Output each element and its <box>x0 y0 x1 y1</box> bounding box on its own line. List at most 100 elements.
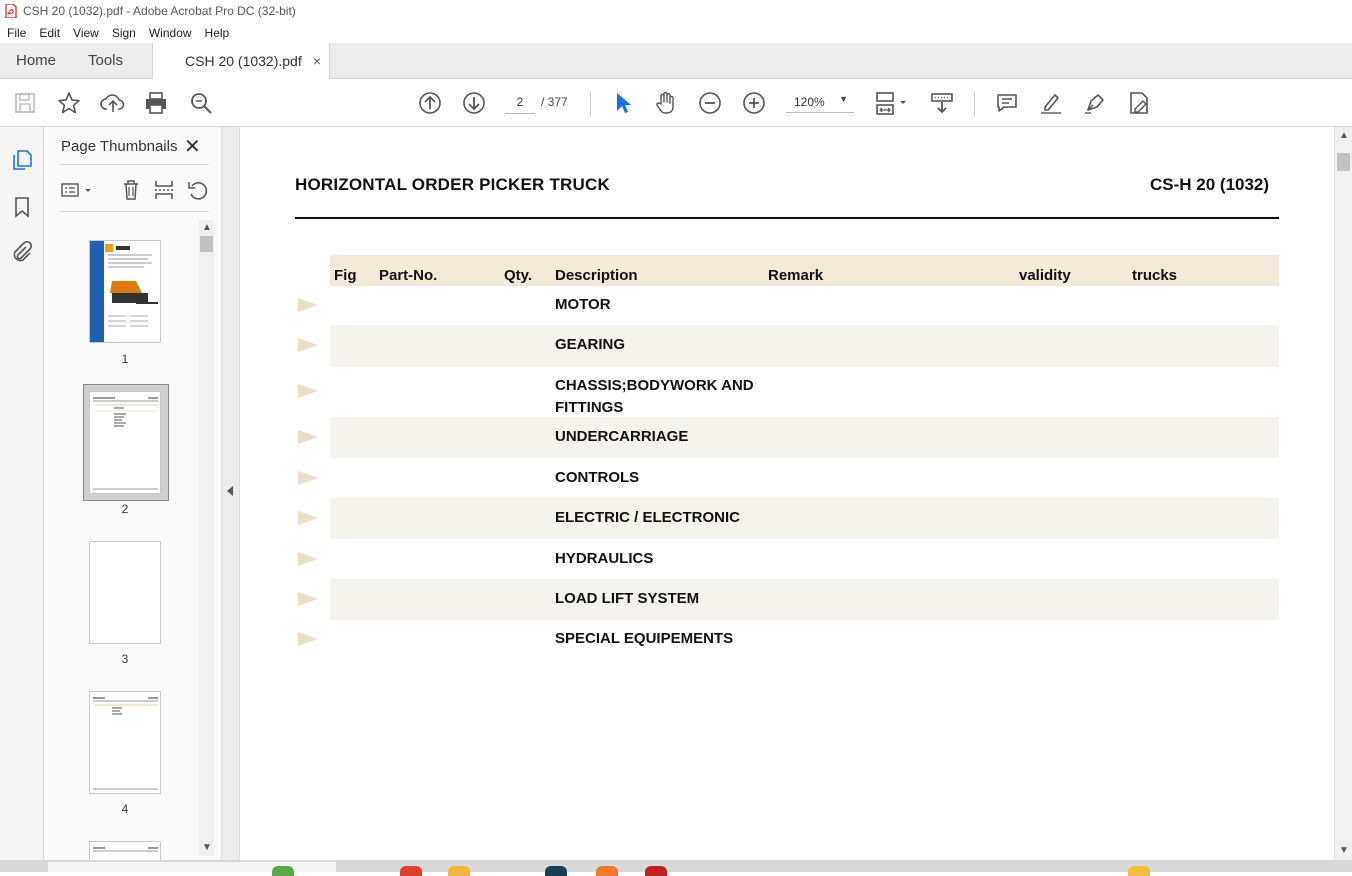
extract-icon[interactable] <box>152 178 176 202</box>
scrollbar-thumb[interactable] <box>200 236 213 252</box>
comment-icon[interactable] <box>994 90 1020 116</box>
table-row[interactable]: MOTOR <box>330 286 1279 324</box>
tab-bar: Home Tools CSH 20 (1032).pdf × <box>0 43 1352 80</box>
panel-collapse-handle[interactable] <box>221 127 240 860</box>
highlight-icon[interactable] <box>1038 90 1064 116</box>
zoom-out-icon[interactable] <box>697 90 723 116</box>
tab-tools[interactable]: Tools <box>88 43 123 79</box>
taskbar-app-icon[interactable] <box>272 866 294 876</box>
zoom-select[interactable]: 120% ▼ <box>786 91 854 113</box>
fill-sign-icon[interactable] <box>1126 90 1152 116</box>
delete-icon[interactable] <box>119 178 143 202</box>
thumbnail-page-5[interactable] <box>89 841 161 860</box>
menu-window[interactable]: Window <box>142 26 198 40</box>
bookmark-icon[interactable] <box>10 195 34 219</box>
col-remark: Remark <box>768 267 824 284</box>
menu-help[interactable]: Help <box>198 26 236 40</box>
collapse-left-icon <box>227 486 233 496</box>
title-bar: CSH 20 (1032).pdf - Adobe Acrobat Pro DC… <box>0 0 1352 22</box>
taskbar-app-icon[interactable] <box>400 866 422 876</box>
toolbar-divider <box>974 91 975 117</box>
thumbnail-page-3[interactable] <box>89 541 161 644</box>
zoom-in-icon[interactable] <box>741 90 767 116</box>
rotate-icon[interactable] <box>186 178 210 202</box>
toolbar-divider <box>590 91 591 117</box>
scroll-up-icon[interactable]: ▲ <box>1339 130 1349 141</box>
table-row[interactable]: HYDRAULICS <box>330 539 1279 579</box>
row-description: MOTOR <box>555 296 611 313</box>
prev-page-icon[interactable] <box>417 90 443 116</box>
row-arrow-icon[interactable] <box>298 552 318 566</box>
row-arrow-icon[interactable] <box>298 430 318 444</box>
taskbar-app-icon[interactable] <box>448 866 470 876</box>
col-qty: Qty. <box>504 267 533 284</box>
taskbar-app-icon[interactable] <box>596 866 618 876</box>
pages-icon[interactable] <box>10 148 34 172</box>
scroll-down-icon[interactable]: ▼ <box>202 842 212 853</box>
scroll-down-icon[interactable]: ▼ <box>1339 845 1349 856</box>
hand-icon[interactable] <box>653 90 679 116</box>
table-row[interactable]: UNDERCARRIAGE <box>330 417 1279 458</box>
toolbar: / 377 120% ▼ <box>0 79 1352 127</box>
row-arrow-icon[interactable] <box>298 384 318 398</box>
table-row[interactable]: CHASSIS;BODYWORK AND FITTINGS <box>330 367 1279 417</box>
attachment-icon[interactable] <box>10 240 34 264</box>
menu-edit[interactable]: Edit <box>32 26 66 40</box>
taskbar-app-icon[interactable] <box>545 866 567 876</box>
thumbnail-page-1[interactable] <box>89 240 161 343</box>
thumbnail-label: 3 <box>121 652 129 666</box>
thumbnail-page-2[interactable] <box>89 391 161 494</box>
page-fit-icon[interactable] <box>874 90 910 116</box>
select-cursor-icon[interactable] <box>609 90 635 116</box>
row-arrow-icon[interactable] <box>298 511 318 525</box>
document-title: HORIZONTAL ORDER PICKER TRUCK <box>295 175 610 194</box>
thumbnail-panel: Page Thumbnails ✕ 1 2 3 4 ▲ ▼ <box>44 127 221 860</box>
acrobat-icon <box>5 4 17 18</box>
row-description: ELECTRIC / ELECTRONIC <box>555 509 741 526</box>
panel-divider <box>59 164 209 165</box>
document-scrollbar[interactable]: ▲ ▼ <box>1334 127 1352 860</box>
window-title: CSH 20 (1032).pdf - Adobe Acrobat Pro DC… <box>23 4 296 18</box>
row-arrow-icon[interactable] <box>298 338 318 352</box>
menu-sign[interactable]: Sign <box>105 26 142 40</box>
page-thumbnail-image <box>93 847 158 852</box>
row-arrow-icon[interactable] <box>298 632 318 646</box>
table-row[interactable]: CONTROLS <box>330 458 1279 498</box>
close-icon[interactable]: ✕ <box>184 134 201 159</box>
tab-close-icon[interactable]: × <box>313 43 321 79</box>
table-row[interactable]: GEARING <box>330 325 1279 367</box>
table-row[interactable]: ELECTRIC / ELECTRONIC <box>330 498 1279 539</box>
row-arrow-icon[interactable] <box>298 592 318 606</box>
row-description: SPECIAL EQUIPEMENTS <box>555 630 734 647</box>
next-page-icon[interactable] <box>461 90 487 116</box>
save-icon[interactable] <box>12 90 38 116</box>
tab-document[interactable]: CSH 20 (1032).pdf × <box>152 43 330 80</box>
row-description: GEARING <box>555 336 626 353</box>
search-icon[interactable] <box>188 90 214 116</box>
tab-home[interactable]: Home <box>16 43 56 79</box>
menu-file[interactable]: File <box>0 26 32 40</box>
options-icon[interactable] <box>60 178 94 202</box>
row-description: LOAD LIFT SYSTEM <box>555 590 700 607</box>
taskbar-app-icon[interactable] <box>645 866 667 876</box>
scroll-up-icon[interactable]: ▲ <box>202 222 212 233</box>
table-row[interactable]: LOAD LIFT SYSTEM <box>330 579 1279 620</box>
star-icon[interactable] <box>56 90 82 116</box>
title-rule <box>295 217 1279 219</box>
draw-icon[interactable] <box>1082 90 1108 116</box>
scroll-mode-icon[interactable] <box>929 90 955 116</box>
menu-view[interactable]: View <box>66 26 105 40</box>
upload-icon[interactable] <box>100 90 126 116</box>
scrollbar-thumb[interactable] <box>1337 153 1350 171</box>
thumbnail-label: 4 <box>121 802 129 816</box>
chevron-down-icon: ▼ <box>839 94 848 104</box>
taskbar-app-icon[interactable] <box>1128 866 1150 876</box>
page-number-input[interactable] <box>505 91 535 114</box>
row-arrow-icon[interactable] <box>298 471 318 485</box>
thumbnail-scrollbar[interactable]: ▲ ▼ <box>199 220 214 856</box>
table-row[interactable]: SPECIAL EQUIPEMENTS <box>330 620 1279 660</box>
print-icon[interactable] <box>143 90 169 116</box>
thumbnail-page-4[interactable] <box>89 691 161 794</box>
row-arrow-icon[interactable] <box>298 298 318 312</box>
left-rail <box>0 127 44 860</box>
